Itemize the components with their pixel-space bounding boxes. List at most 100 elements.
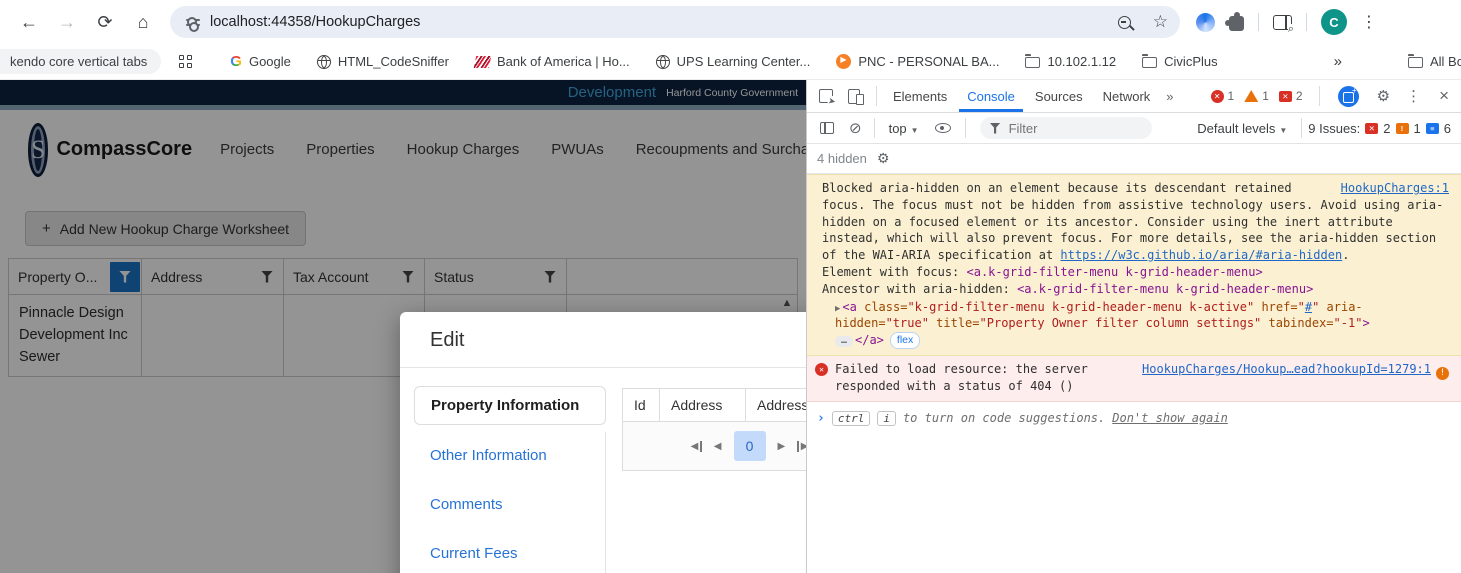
ancestor-label: Ancestor with aria-hidden: <box>822 281 1018 296</box>
devtools-settings-gear-icon[interactable]: ⚙ <box>1377 87 1390 105</box>
console-filter[interactable] <box>979 117 1152 139</box>
bookmark-ups-learning[interactable]: UPS Learning Center... <box>655 54 811 69</box>
tab-network[interactable]: Network <box>1095 81 1159 112</box>
bookmark-bank-of-america[interactable]: Bank of America | Ho... <box>473 54 630 69</box>
devtools-divider <box>876 86 877 106</box>
console-settings-gear-icon[interactable]: ⚙ <box>877 150 890 167</box>
url-text[interactable]: localhost:44358/HookupCharges <box>210 14 1118 30</box>
devtools-menu-kebab-icon[interactable]: ⋮ <box>1406 87 1421 105</box>
pager-first-icon[interactable]: ◀ <box>691 440 702 452</box>
error-count-icon[interactable]: ✕ <box>1210 89 1224 103</box>
issue-info-icon: ≡ <box>1425 122 1439 134</box>
bookmark-pnc[interactable]: PNC - PERSONAL BA... <box>836 54 999 69</box>
more-tabs-icon[interactable]: » <box>1166 89 1173 104</box>
failed-request-link[interactable]: HookupCharges/Hookup…ead?hookupId=1279:1 <box>1142 362 1431 376</box>
filter-input[interactable] <box>1008 120 1142 136</box>
tab-property-information[interactable]: Property Information <box>414 386 606 425</box>
pager-current-page[interactable]: 0 <box>733 431 766 461</box>
keycap-ctrl: ctrl <box>831 410 871 426</box>
pager-last-icon[interactable]: ▶ <box>797 440 806 452</box>
console-sidebar-icon[interactable] <box>820 122 834 134</box>
html-snippet[interactable]: ▶ <a class="k-grid-filter-menu k-grid-hea… <box>822 299 1449 349</box>
devtools-close-icon[interactable]: × <box>1439 86 1449 106</box>
clear-console-icon[interactable]: ⊘ <box>849 119 862 137</box>
apps-grid-icon[interactable] <box>179 54 193 69</box>
site-info-icon[interactable] <box>186 16 200 32</box>
href-hash-link[interactable]: # <box>1305 300 1312 314</box>
tab-other-information[interactable]: Other Information <box>414 437 606 474</box>
tab-comments[interactable]: Comments <box>414 486 606 523</box>
all-bookmarks[interactable]: All Bookmarks <box>1407 54 1461 69</box>
device-toolbar-icon[interactable] <box>848 88 864 105</box>
issue-warning-icon: ! <box>1395 122 1409 134</box>
caret-down-icon: ▼ <box>910 125 919 135</box>
bookmark-html-codesniffer[interactable]: HTML_CodeSniffer <box>316 54 449 69</box>
side-panel-search-icon[interactable] <box>1273 14 1294 35</box>
pager-next-icon[interactable]: ▶ <box>778 441 786 452</box>
focused-element-ref[interactable]: <a.k-grid-filter-menu k-grid-header-menu… <box>967 265 1263 279</box>
bookmark-label: Bank of America | Ho... <box>496 54 630 69</box>
flag-count: 2 <box>1295 89 1303 103</box>
tab-console[interactable]: Console <box>959 81 1023 112</box>
console-toolbar: ⊘ top▼ Default levels▼ 9 Issues: ✕ <box>807 113 1461 144</box>
warning-count-icon[interactable] <box>1244 90 1259 102</box>
tab-elements[interactable]: Elements <box>885 81 955 112</box>
expand-triangle-icon[interactable]: ▶ <box>835 304 840 314</box>
issues-summary[interactable]: 9 Issues: ✕ 2 ! 1 ≡ 6 <box>1308 121 1451 136</box>
devtools-topbar: Elements Console Sources Network » ✕ 1 1… <box>807 80 1461 113</box>
bookmark-google[interactable]: G Google <box>230 53 291 70</box>
folder-icon <box>1142 54 1158 68</box>
reload-icon[interactable]: ⟳ <box>89 6 121 38</box>
flex-badge[interactable]: flex <box>889 332 921 349</box>
extension-swirl-icon[interactable] <box>1196 12 1215 32</box>
devtools-divider <box>1318 86 1320 106</box>
address-bar[interactable]: localhost:44358/HookupCharges ☆ <box>170 6 1180 38</box>
collapsed-content-icon[interactable]: … <box>835 335 853 347</box>
tab-sources[interactable]: Sources <box>1027 81 1091 112</box>
log-levels-selector[interactable]: Default levels ▼ <box>1197 121 1287 136</box>
bookmark-label: UPS Learning Center... <box>676 54 811 69</box>
toolbar-divider <box>1258 13 1259 31</box>
tab-current-fees[interactable]: Current Fees <box>414 535 606 572</box>
bookmark-folder-civicplus[interactable]: CivicPlus <box>1142 54 1218 69</box>
ancestor-element-ref[interactable]: <a.k-grid-filter-menu k-grid-header-menu… <box>1017 282 1313 296</box>
zoom-out-icon[interactable] <box>1117 15 1131 29</box>
back-icon[interactable]: ← <box>13 6 45 38</box>
profile-avatar[interactable]: C <box>1321 9 1347 35</box>
pnc-icon <box>836 54 852 69</box>
issues-flag-icon[interactable]: ✕ <box>1278 90 1292 102</box>
bookmark-folder-ip[interactable]: 10.102.1.12 <box>1025 54 1116 69</box>
column-header-id[interactable]: Id <box>623 389 660 421</box>
tab-group-chip[interactable]: kendo core vertical tabs <box>0 49 162 74</box>
error-count: 1 <box>1227 89 1235 103</box>
context-selector[interactable]: top ▼ <box>889 121 919 136</box>
browser-menu-icon[interactable]: ⋮ <box>1361 12 1377 32</box>
hidden-count: 4 hidden <box>817 151 867 166</box>
inspect-element-icon[interactable] <box>819 89 833 103</box>
bookmark-label: HTML_CodeSniffer <box>337 54 449 69</box>
column-header-address[interactable]: Address <box>660 389 746 421</box>
browser-toolbar: ← → ⟳ ⌂ localhost:44358/HookupCharges ☆ … <box>0 0 1461 44</box>
bookmarks-overflow-icon[interactable]: » <box>1334 53 1342 70</box>
bookmark-star-icon[interactable]: ☆ <box>1153 12 1168 32</box>
extensions-puzzle-icon[interactable] <box>1225 11 1244 31</box>
bank-of-america-icon <box>473 55 492 68</box>
page-viewport: Development Harford County Government S … <box>0 80 806 573</box>
dont-show-again-link[interactable]: Don't show again <box>1112 411 1228 425</box>
dialog-title: Edit <box>430 329 465 351</box>
issue-breaking-icon: ✕ <box>1365 122 1379 134</box>
error-text: Failed to load resource: the server resp… <box>835 361 1088 393</box>
forward-icon[interactable]: → <box>51 6 83 38</box>
pager-previous-icon[interactable]: ◀ <box>714 441 722 452</box>
ai-assistance-icon[interactable] <box>1337 85 1359 107</box>
filter-funnel-icon <box>989 122 1001 134</box>
home-icon[interactable]: ⌂ <box>127 6 159 38</box>
console-prompt[interactable]: › ctrl i to turn on code suggestions. Do… <box>807 402 1461 435</box>
folder-icon <box>1025 54 1041 68</box>
issue-link-icon[interactable]: ! <box>1436 366 1449 380</box>
column-header-address-direction[interactable]: Address Dire <box>746 389 806 421</box>
live-expression-eye-icon[interactable] <box>934 123 951 133</box>
aria-spec-link[interactable]: https://w3c.github.io/aria/#aria-hidden <box>1060 248 1342 262</box>
caret-down-icon: ▼ <box>1279 125 1288 135</box>
warning-source-link[interactable]: HookupCharges:1 <box>1341 180 1449 197</box>
